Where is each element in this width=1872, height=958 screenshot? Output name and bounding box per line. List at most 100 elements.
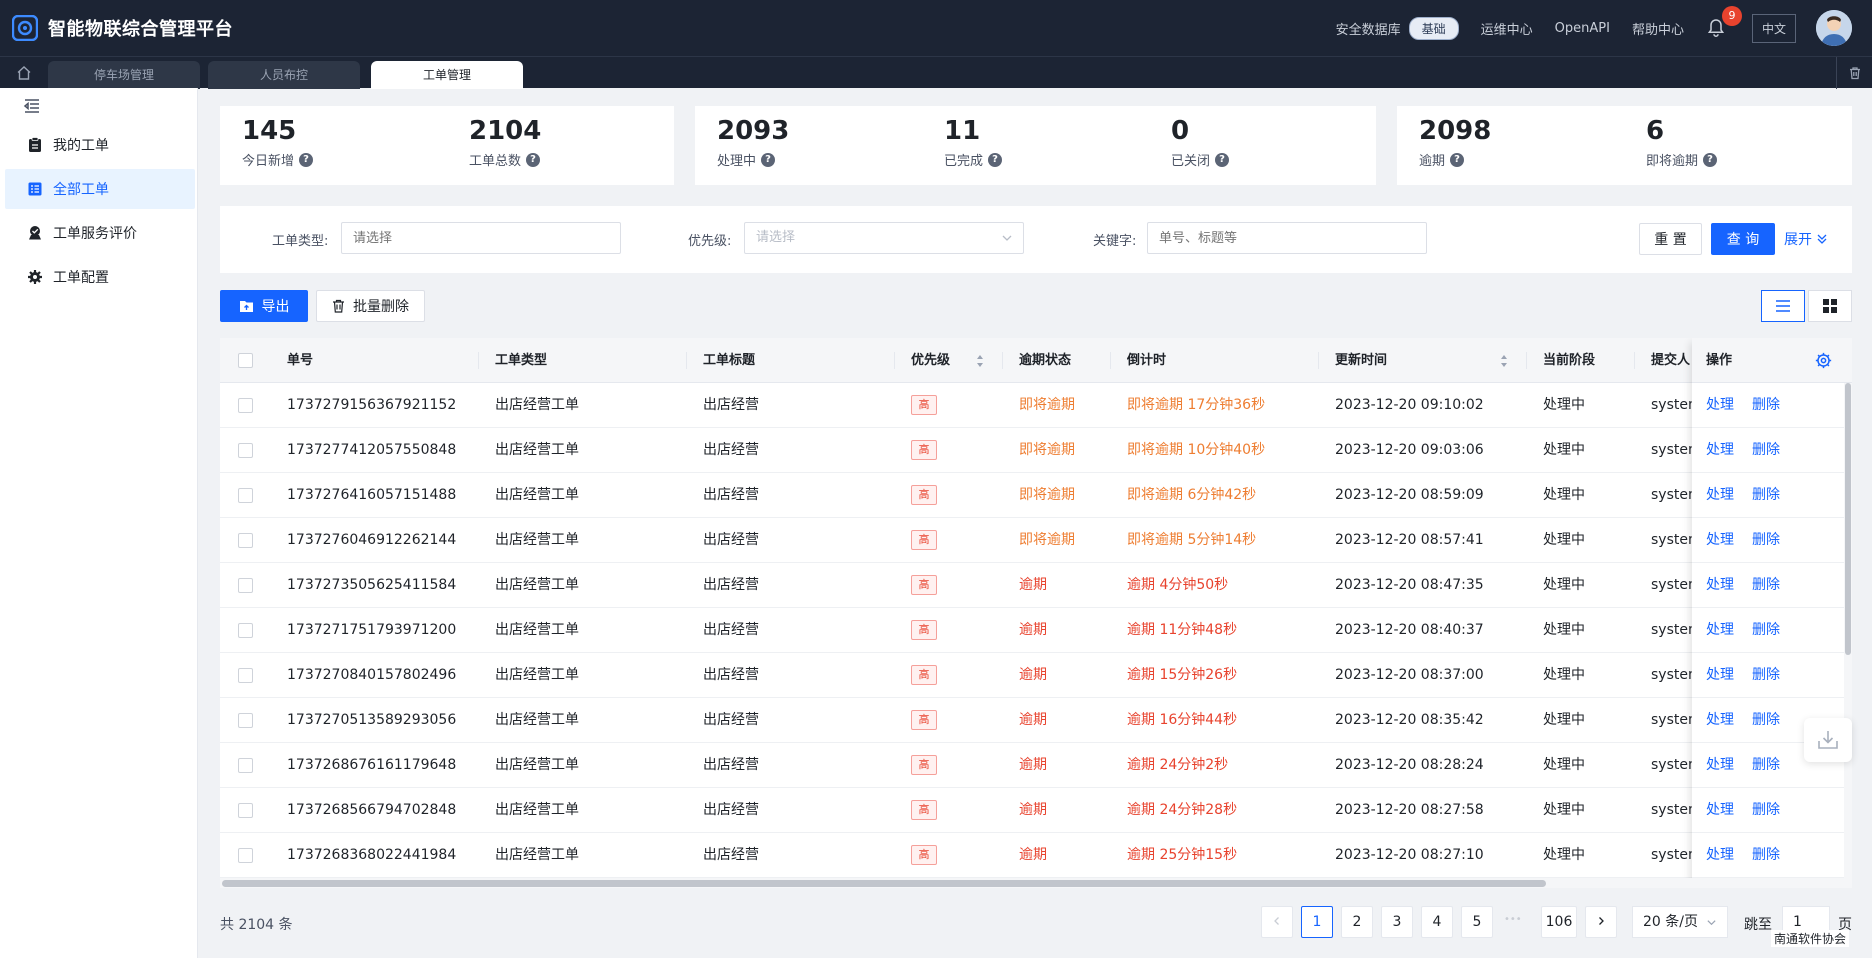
delete-link[interactable]: 删除 xyxy=(1752,698,1780,743)
process-link[interactable]: 处理 xyxy=(1706,428,1734,473)
row-checkbox[interactable] xyxy=(238,578,253,593)
column-header-priority[interactable]: 优先级 xyxy=(911,338,950,383)
process-link[interactable]: 处理 xyxy=(1706,653,1734,698)
row-checkbox[interactable] xyxy=(238,533,253,548)
row-checkbox[interactable] xyxy=(238,623,253,638)
horizontal-scrollbar[interactable] xyxy=(220,878,1844,888)
delete-link[interactable]: 删除 xyxy=(1752,743,1780,788)
table-row[interactable]: 1737270840157802496 出店经营工单 出店经营 逾期 逾期 15分钟26… xyxy=(220,653,1852,698)
home-tab[interactable] xyxy=(0,57,48,89)
table-row[interactable]: 1737277412057550848 出店经营工单 出店经营 即将逾期 即将逾期 10… xyxy=(220,428,1852,473)
column-settings-gear-icon[interactable] xyxy=(1815,352,1832,369)
delete-link[interactable]: 删除 xyxy=(1752,788,1780,833)
help-center-link[interactable]: 帮助中心 xyxy=(1632,19,1684,38)
floating-download-button[interactable] xyxy=(1804,718,1852,762)
language-switch[interactable]: 中文 xyxy=(1751,13,1796,43)
grid-view-toggle[interactable] xyxy=(1808,290,1852,322)
ops-center-link[interactable]: 运维中心 xyxy=(1481,19,1533,38)
row-checkbox[interactable] xyxy=(238,488,253,503)
tab-parking[interactable]: 停车场管理 xyxy=(48,61,200,89)
page-ellipsis[interactable]: ••• xyxy=(1504,914,1522,925)
process-link[interactable]: 处理 xyxy=(1706,608,1734,653)
delete-link[interactable]: 删除 xyxy=(1752,653,1780,698)
help-icon[interactable]: ? xyxy=(299,152,314,167)
security-db-link[interactable]: 安全数据库 xyxy=(1336,19,1401,38)
table-row[interactable]: 1737276046912262144 出店经营工单 出店经营 即将逾期 即将逾期 5分… xyxy=(220,518,1852,563)
table-row[interactable]: 1737279156367921152 出店经营工单 出店经营 即将逾期 即将逾期 17… xyxy=(220,383,1852,428)
tab-work-order[interactable]: 工单管理 xyxy=(371,61,523,89)
type-filter-select[interactable] xyxy=(341,222,621,254)
search-button[interactable]: 查 询 xyxy=(1711,223,1775,255)
select-all-checkbox[interactable] xyxy=(238,353,253,368)
process-link[interactable]: 处理 xyxy=(1706,788,1734,833)
page-button-2[interactable]: 2 xyxy=(1341,906,1373,938)
app-logo[interactable] xyxy=(12,15,38,41)
reset-button[interactable]: 重 置 xyxy=(1639,223,1702,255)
priority-filter-select[interactable]: 请选择 xyxy=(744,222,1024,254)
batch-delete-button[interactable]: 批量删除 xyxy=(316,290,425,322)
table-row[interactable]: 1737268676161179648 出店经营工单 出店经营 逾期 逾期 24分钟2秒… xyxy=(220,743,1852,788)
sidebar-item-evaluation[interactable]: 工单服务评价 xyxy=(5,213,195,253)
table-row[interactable]: 1737268566794702848 出店经营工单 出店经营 逾期 逾期 24分钟28… xyxy=(220,788,1852,833)
row-checkbox[interactable] xyxy=(238,803,253,818)
help-icon[interactable]: ? xyxy=(1450,152,1465,167)
delete-link[interactable]: 删除 xyxy=(1752,473,1780,518)
process-link[interactable]: 处理 xyxy=(1706,743,1734,788)
sort-icon[interactable] xyxy=(976,354,984,368)
sidebar-item-my-orders[interactable]: 我的工单 xyxy=(5,125,195,165)
help-icon[interactable]: ? xyxy=(1703,152,1718,167)
collapse-menu-button[interactable] xyxy=(22,96,42,116)
process-link[interactable]: 处理 xyxy=(1706,473,1734,518)
close-tabs-button[interactable] xyxy=(1836,57,1872,89)
vertical-scroll-thumb[interactable] xyxy=(1845,383,1851,655)
delete-link[interactable]: 删除 xyxy=(1752,383,1780,428)
row-checkbox[interactable] xyxy=(238,443,253,458)
list-view-toggle[interactable] xyxy=(1761,290,1805,322)
page-button-5[interactable]: 5 xyxy=(1461,906,1493,938)
page-size-select[interactable]: 20 条/页 xyxy=(1632,906,1728,938)
export-button[interactable]: 导出 xyxy=(220,290,308,322)
process-link[interactable]: 处理 xyxy=(1706,698,1734,743)
next-page-button[interactable] xyxy=(1585,906,1617,938)
process-link[interactable]: 处理 xyxy=(1706,518,1734,563)
table-row[interactable]: 1737268368022441984 出店经营工单 出店经营 逾期 逾期 25分钟15… xyxy=(220,833,1852,878)
vertical-scrollbar[interactable] xyxy=(1844,383,1852,888)
keyword-input[interactable] xyxy=(1147,222,1427,254)
process-link[interactable]: 处理 xyxy=(1706,563,1734,608)
delete-link[interactable]: 删除 xyxy=(1752,608,1780,653)
notification-bell[interactable]: 9 xyxy=(1706,6,1742,40)
openapi-link[interactable]: OpenAPI xyxy=(1555,21,1610,36)
row-checkbox[interactable] xyxy=(238,398,253,413)
table-row[interactable]: 1737271751793971200 出店经营工单 出店经营 逾期 逾期 11分钟48… xyxy=(220,608,1852,653)
column-header-updated[interactable]: 更新时间 xyxy=(1335,338,1387,383)
process-link[interactable]: 处理 xyxy=(1706,833,1734,878)
row-checkbox[interactable] xyxy=(238,758,253,773)
delete-link[interactable]: 删除 xyxy=(1752,428,1780,473)
prev-page-button[interactable] xyxy=(1261,906,1293,938)
user-avatar[interactable] xyxy=(1816,10,1852,46)
page-button-4[interactable]: 4 xyxy=(1421,906,1453,938)
help-icon[interactable]: ? xyxy=(761,152,776,167)
row-checkbox[interactable] xyxy=(238,668,253,683)
sort-icon[interactable] xyxy=(1500,354,1508,368)
help-icon[interactable]: ? xyxy=(988,152,1003,167)
delete-link[interactable]: 删除 xyxy=(1752,833,1780,878)
page-button-last[interactable]: 106 xyxy=(1541,906,1577,938)
page-button-1[interactable]: 1 xyxy=(1301,906,1333,938)
delete-link[interactable]: 删除 xyxy=(1752,518,1780,563)
tab-personnel[interactable]: 人员布控 xyxy=(208,61,360,89)
help-icon[interactable]: ? xyxy=(526,152,541,167)
table-row[interactable]: 1737270513589293056 出店经营工单 出店经营 逾期 逾期 16分钟44… xyxy=(220,698,1852,743)
process-link[interactable]: 处理 xyxy=(1706,383,1734,428)
sidebar-item-all-orders[interactable]: 全部工单 xyxy=(5,169,195,209)
expand-filters-link[interactable]: 展开 xyxy=(1784,229,1829,249)
sidebar-item-config[interactable]: 工单配置 xyxy=(5,257,195,297)
security-badge[interactable]: 基础 xyxy=(1408,16,1459,40)
table-row[interactable]: 1737276416057151488 出店经营工单 出店经营 即将逾期 即将逾期 6分… xyxy=(220,473,1852,518)
help-icon[interactable]: ? xyxy=(1215,152,1230,167)
delete-link[interactable]: 删除 xyxy=(1752,563,1780,608)
row-checkbox[interactable] xyxy=(238,848,253,863)
table-row[interactable]: 1737273505625411584 出店经营工单 出店经营 逾期 逾期 4分钟50秒… xyxy=(220,563,1852,608)
horizontal-scroll-thumb[interactable] xyxy=(222,880,1546,887)
page-button-3[interactable]: 3 xyxy=(1381,906,1413,938)
